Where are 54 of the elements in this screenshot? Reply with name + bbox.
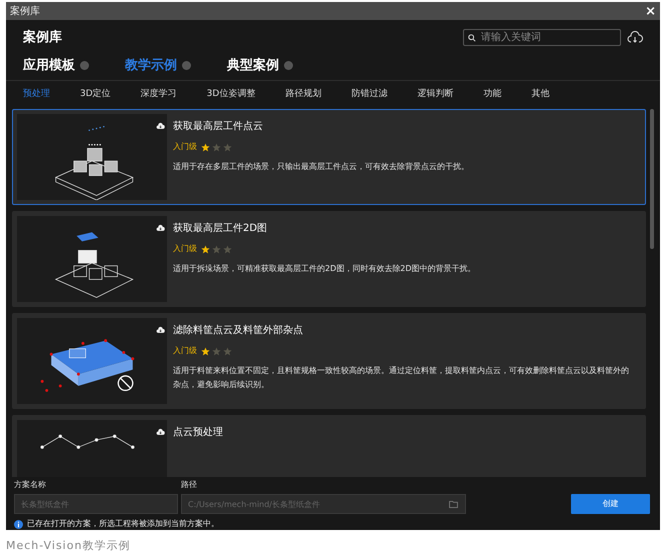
- cloud-download-icon[interactable]: [627, 31, 643, 44]
- field-label: 路径: [181, 479, 198, 491]
- example-title: 获取最高层工件点云: [173, 120, 264, 134]
- filter-tab[interactable]: 深度学习: [140, 88, 177, 102]
- star-icon: [223, 346, 232, 356]
- category-tab[interactable]: 典型案例: [227, 56, 279, 75]
- example-description: 适用于拆垛场景，可精准获取最高层工件的2D图，同时有效去除2D图中的背景干扰。: [173, 263, 476, 275]
- example-card[interactable]: 点云预处理: [12, 415, 646, 477]
- example-title: 滤除料筐点云及料筐外部杂点: [173, 324, 304, 338]
- cloud-icon[interactable]: [156, 428, 165, 436]
- example-card[interactable]: 获取最高层工件点云 入门级 适用于存在多层工件的场景，只输出最高层工件点云，可有效去除背景点云的干扰。: [12, 109, 646, 205]
- window-title: 案例库: [10, 4, 40, 18]
- field-label: 方案名称: [14, 479, 47, 491]
- image-caption: Mech-Vision教学示例: [6, 538, 132, 554]
- cloud-icon[interactable]: [156, 224, 165, 232]
- category-tab[interactable]: 教学示例: [125, 56, 177, 75]
- star-icon: [212, 142, 221, 152]
- example-title: 点云预处理: [173, 426, 223, 440]
- category-tab[interactable]: 应用模板: [23, 56, 75, 75]
- library-title: 案例库: [23, 28, 62, 47]
- difficulty-label: 入门级: [173, 243, 197, 255]
- example-card[interactable]: 获取最高层工件2D图 入门级 适用于拆垛场景，可精准获取最高层工件的2D图，同时有效去除2D图中的背景干扰。: [12, 211, 646, 307]
- filter-tab[interactable]: 防错过滤: [351, 88, 388, 102]
- example-description: 适用于存在多层工件的场景，只输出最高层工件点云，可有效去除背景点云的干扰。: [173, 161, 469, 173]
- star-icon: [212, 346, 221, 356]
- filter-tab[interactable]: 预处理: [23, 88, 50, 102]
- filter-tab[interactable]: 3D定位: [80, 88, 111, 102]
- star-icon: [223, 142, 232, 152]
- close-button[interactable]: ×: [645, 4, 656, 18]
- star-icon: [212, 244, 221, 254]
- filter-tab[interactable]: 逻辑判断: [417, 88, 454, 102]
- example-description: 适用于料筐来料位置不固定，且料筐规格一致性较高的场景。通过定位料筐，提取料筐内点云，可有效删除料筐点云以及料筐外的杂点，避免影响后续识别。: [173, 365, 630, 391]
- star-icon: [201, 346, 210, 356]
- info-icon: [14, 520, 23, 528]
- info-message: 已存在打开的方案，所选工程将被添加到当前方案中。: [27, 518, 219, 530]
- filter-tab[interactable]: 功能: [483, 88, 502, 102]
- filter-tab[interactable]: 其他: [531, 88, 550, 102]
- difficulty-label: 入门级: [173, 345, 197, 357]
- name-input-field[interactable]: 长条型纸盒件: [14, 494, 178, 514]
- search-field[interactable]: 请输入关键词: [463, 29, 621, 46]
- create-button[interactable]: 创建: [571, 494, 650, 514]
- search-icon: [468, 34, 476, 42]
- difficulty-label: 入门级: [173, 141, 197, 153]
- example-card[interactable]: 滤除料筐点云及料筐外部杂点 入门级 适用于料筐来料位置不固定，且料筐规格一致性较高的场景。通过定位料筐，提取料筐内点云，可有效删除料筐点云以及料筐外的杂点，避免影响后续识别。: [12, 313, 646, 409]
- cloud-icon[interactable]: [156, 122, 165, 130]
- folder-icon[interactable]: [449, 500, 458, 508]
- star-icon: [201, 244, 210, 254]
- cloud-icon[interactable]: [156, 326, 165, 334]
- example-title: 获取最高层工件2D图: [173, 222, 268, 236]
- path-input-field[interactable]: C:/Users/mech-mind/长条型纸盒件: [181, 494, 466, 514]
- star-icon: [223, 244, 232, 254]
- filter-tab[interactable]: 路径规划: [285, 88, 322, 102]
- filter-tab[interactable]: 3D位姿调整: [206, 88, 256, 102]
- star-icon: [201, 142, 210, 152]
